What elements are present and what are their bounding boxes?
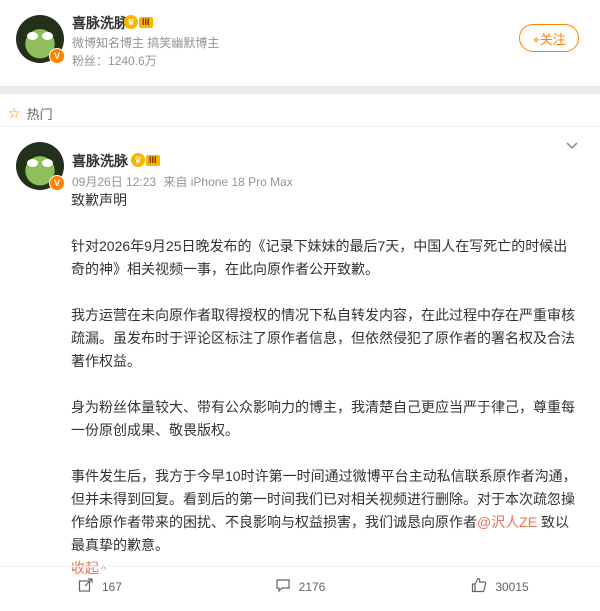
toolbar-divider — [0, 566, 600, 567]
profile-name[interactable]: 喜脉洗脉 — [72, 13, 128, 33]
verified-badge-icon: V — [49, 48, 65, 64]
verified-badge-icon: V — [49, 175, 65, 191]
like-icon — [471, 577, 487, 597]
post-source: 来自 iPhone 18 Pro Max — [163, 175, 293, 189]
share-button[interactable]: 167 — [0, 572, 200, 602]
share-count: 167 — [101, 580, 123, 594]
post-paragraph-1: 针对2026年9月25日晚发布的《记录下妹妹的最后7天，中国人在写死亡的时候出奇… — [71, 238, 568, 277]
follow-button[interactable]: +关注 — [519, 24, 579, 52]
section-divider — [0, 126, 600, 127]
post-avatar[interactable]: V — [16, 142, 65, 191]
share-icon — [78, 577, 94, 597]
section-header: ☆ 热门 — [8, 104, 53, 123]
post-paragraph-3: 身为粉丝体量较大、带有公众影响力的博主，我清楚自己更应当严于律己，尊重每一份原创… — [71, 399, 575, 438]
followers-label: 粉丝： — [72, 54, 109, 68]
like-count: 30015 — [495, 580, 529, 594]
level-badge: ♛ III — [124, 14, 158, 30]
post-author[interactable]: 喜脉洗脉 — [72, 151, 128, 171]
section-title: 热门 — [26, 107, 53, 122]
profile-description: 微博知名博主 搞笑幽默博主 — [72, 36, 220, 50]
like-button[interactable]: 30015 — [400, 572, 600, 602]
comment-icon — [275, 577, 291, 597]
level-crown-icon: ♛ — [124, 15, 138, 29]
followers-value: 1240.6万 — [108, 54, 157, 68]
post-timestamp[interactable]: 09月26日 12:23 — [72, 175, 156, 189]
star-icon: ☆ — [8, 105, 21, 121]
chevron-down-icon[interactable] — [565, 140, 579, 154]
post-toolbar: 167 2176 30015 — [0, 572, 600, 602]
profile-avatar[interactable]: V — [16, 15, 65, 64]
post-title-line: 致歉声明 — [71, 192, 127, 208]
profile-card: V 喜脉洗脉 ♛ III 微博知名博主 搞笑幽默博主 粉丝：1240.6万 +关… — [0, 0, 600, 87]
level-number: III — [146, 154, 160, 166]
mention-link[interactable]: @沢人ZE — [477, 514, 537, 530]
post-paragraph-2: 我方运营在未向原作者取得授权的情况下私自转发内容，在此过程中存在严重审核疏漏。虽… — [71, 307, 575, 369]
post-paragraph-4: 事件发生后，我方于今早10时许第一时间通过微博平台主动私信联系原作者沟通，但并未… — [71, 465, 580, 557]
level-crown-icon: ♛ — [131, 153, 145, 167]
profile-followers: 粉丝：1240.6万 — [72, 52, 157, 69]
comment-count: 2176 — [298, 580, 326, 594]
level-number: III — [139, 16, 153, 28]
post-level-badge: ♛ III — [131, 152, 165, 168]
post-body: 致歉声明 针对2026年9月25日晚发布的《记录下妹妹的最后7天，中国人在写死亡… — [71, 189, 580, 582]
comment-button[interactable]: 2176 — [200, 572, 400, 602]
post-meta: 09月26日 12:23 来自 iPhone 18 Pro Max — [72, 173, 293, 190]
